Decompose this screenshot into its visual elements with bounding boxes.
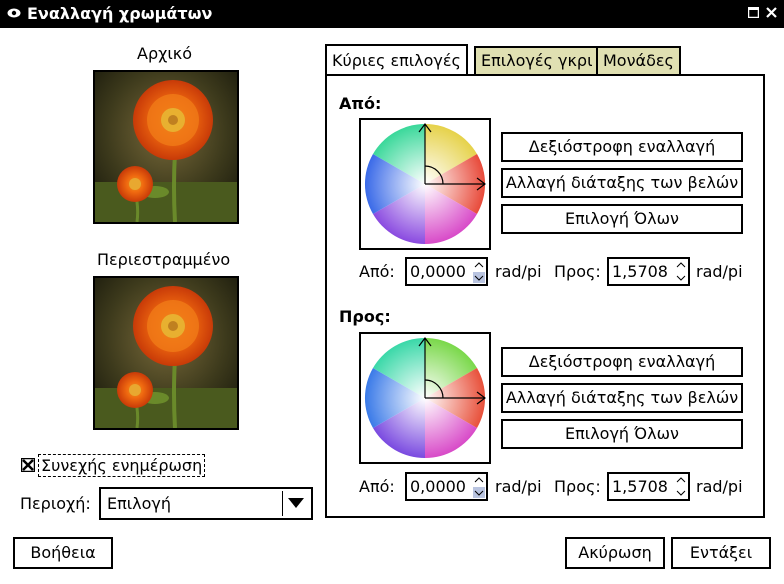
from-color-wheel[interactable] — [359, 118, 491, 250]
from-unit2-label: rad/pi — [696, 262, 743, 281]
rotated-preview-image — [93, 276, 239, 430]
from-to-value: 1,5708 — [612, 262, 668, 281]
to-swap-arrows-button[interactable]: Αλλαγή διάταξης των βελών — [501, 383, 743, 413]
to-to-label: Προς: — [554, 477, 601, 496]
dropdown-arrow-icon[interactable] — [288, 498, 304, 508]
from-to-label: Προς: — [554, 262, 601, 281]
from-clockwise-button[interactable]: Δεξιόστροφη εναλλαγή — [501, 132, 743, 162]
help-button[interactable]: Βοήθεια — [13, 537, 113, 569]
cancel-button[interactable]: Ακύρωση — [565, 537, 665, 569]
from-swap-arrows-button[interactable]: Αλλαγή διάταξης των βελών — [501, 168, 743, 198]
to-select-all-button[interactable]: Επιλογή Όλων — [501, 419, 743, 449]
spin-arrows-icon[interactable] — [473, 475, 485, 498]
to-to-spinbox[interactable]: 1,5708 — [607, 472, 690, 501]
tab-main-options[interactable]: Κύριες επιλογές — [325, 44, 468, 78]
to-to-value: 1,5708 — [612, 477, 668, 496]
tab-label: Μονάδες — [603, 51, 674, 70]
spin-arrows-icon[interactable] — [675, 475, 687, 498]
from-from-label: Από: — [359, 262, 395, 281]
tab-gray-options[interactable]: Επιλογές γκρι — [474, 46, 600, 76]
to-unit1-label: rad/pi — [495, 477, 542, 496]
to-from-value: 0,0000 — [410, 477, 466, 496]
maximize-icon[interactable] — [748, 7, 759, 18]
ok-button[interactable]: Εντάξει — [671, 537, 771, 569]
rotated-label: Περιεστραμμένο — [97, 250, 231, 269]
to-clockwise-button[interactable]: Δεξιόστροφη εναλλαγή — [501, 347, 743, 377]
continuous-update-label[interactable]: Συνεχής ενημέρωση — [38, 454, 206, 477]
area-label: Περιοχή: — [20, 494, 91, 513]
to-color-wheel[interactable] — [359, 332, 491, 464]
from-unit1-label: rad/pi — [495, 262, 542, 281]
from-from-spinbox[interactable]: 0,0000 — [405, 257, 488, 286]
original-label: Αρχικό — [137, 44, 192, 63]
area-select-value: Επιλογή — [107, 494, 172, 513]
to-from-spinbox[interactable]: 0,0000 — [405, 472, 488, 501]
area-select[interactable]: Επιλογή — [99, 487, 313, 520]
from-select-all-button[interactable]: Επιλογή Όλων — [501, 204, 743, 234]
title-bar[interactable]: Εναλλαγή χρωμάτων — [0, 0, 784, 28]
close-icon[interactable] — [766, 7, 777, 18]
window-title: Εναλλαγή χρωμάτων — [27, 4, 213, 23]
tab-label: Επιλογές γκρι — [481, 51, 593, 70]
tab-units[interactable]: Μονάδες — [596, 46, 681, 76]
spin-arrows-icon[interactable] — [473, 260, 485, 283]
spin-arrows-icon[interactable] — [675, 260, 687, 283]
from-to-spinbox[interactable]: 1,5708 — [607, 257, 690, 286]
eye-menu-icon[interactable] — [7, 8, 21, 18]
tab-label: Κύριες επιλογές — [332, 51, 461, 70]
to-unit2-label: rad/pi — [696, 477, 743, 496]
original-preview-image — [93, 70, 239, 224]
to-from-label: Από: — [359, 477, 395, 496]
checkbox-icon[interactable] — [21, 458, 35, 472]
from-from-value: 0,0000 — [410, 262, 466, 281]
to-section-heading: Προς: — [339, 307, 391, 326]
from-section-heading: Από: — [339, 94, 382, 113]
